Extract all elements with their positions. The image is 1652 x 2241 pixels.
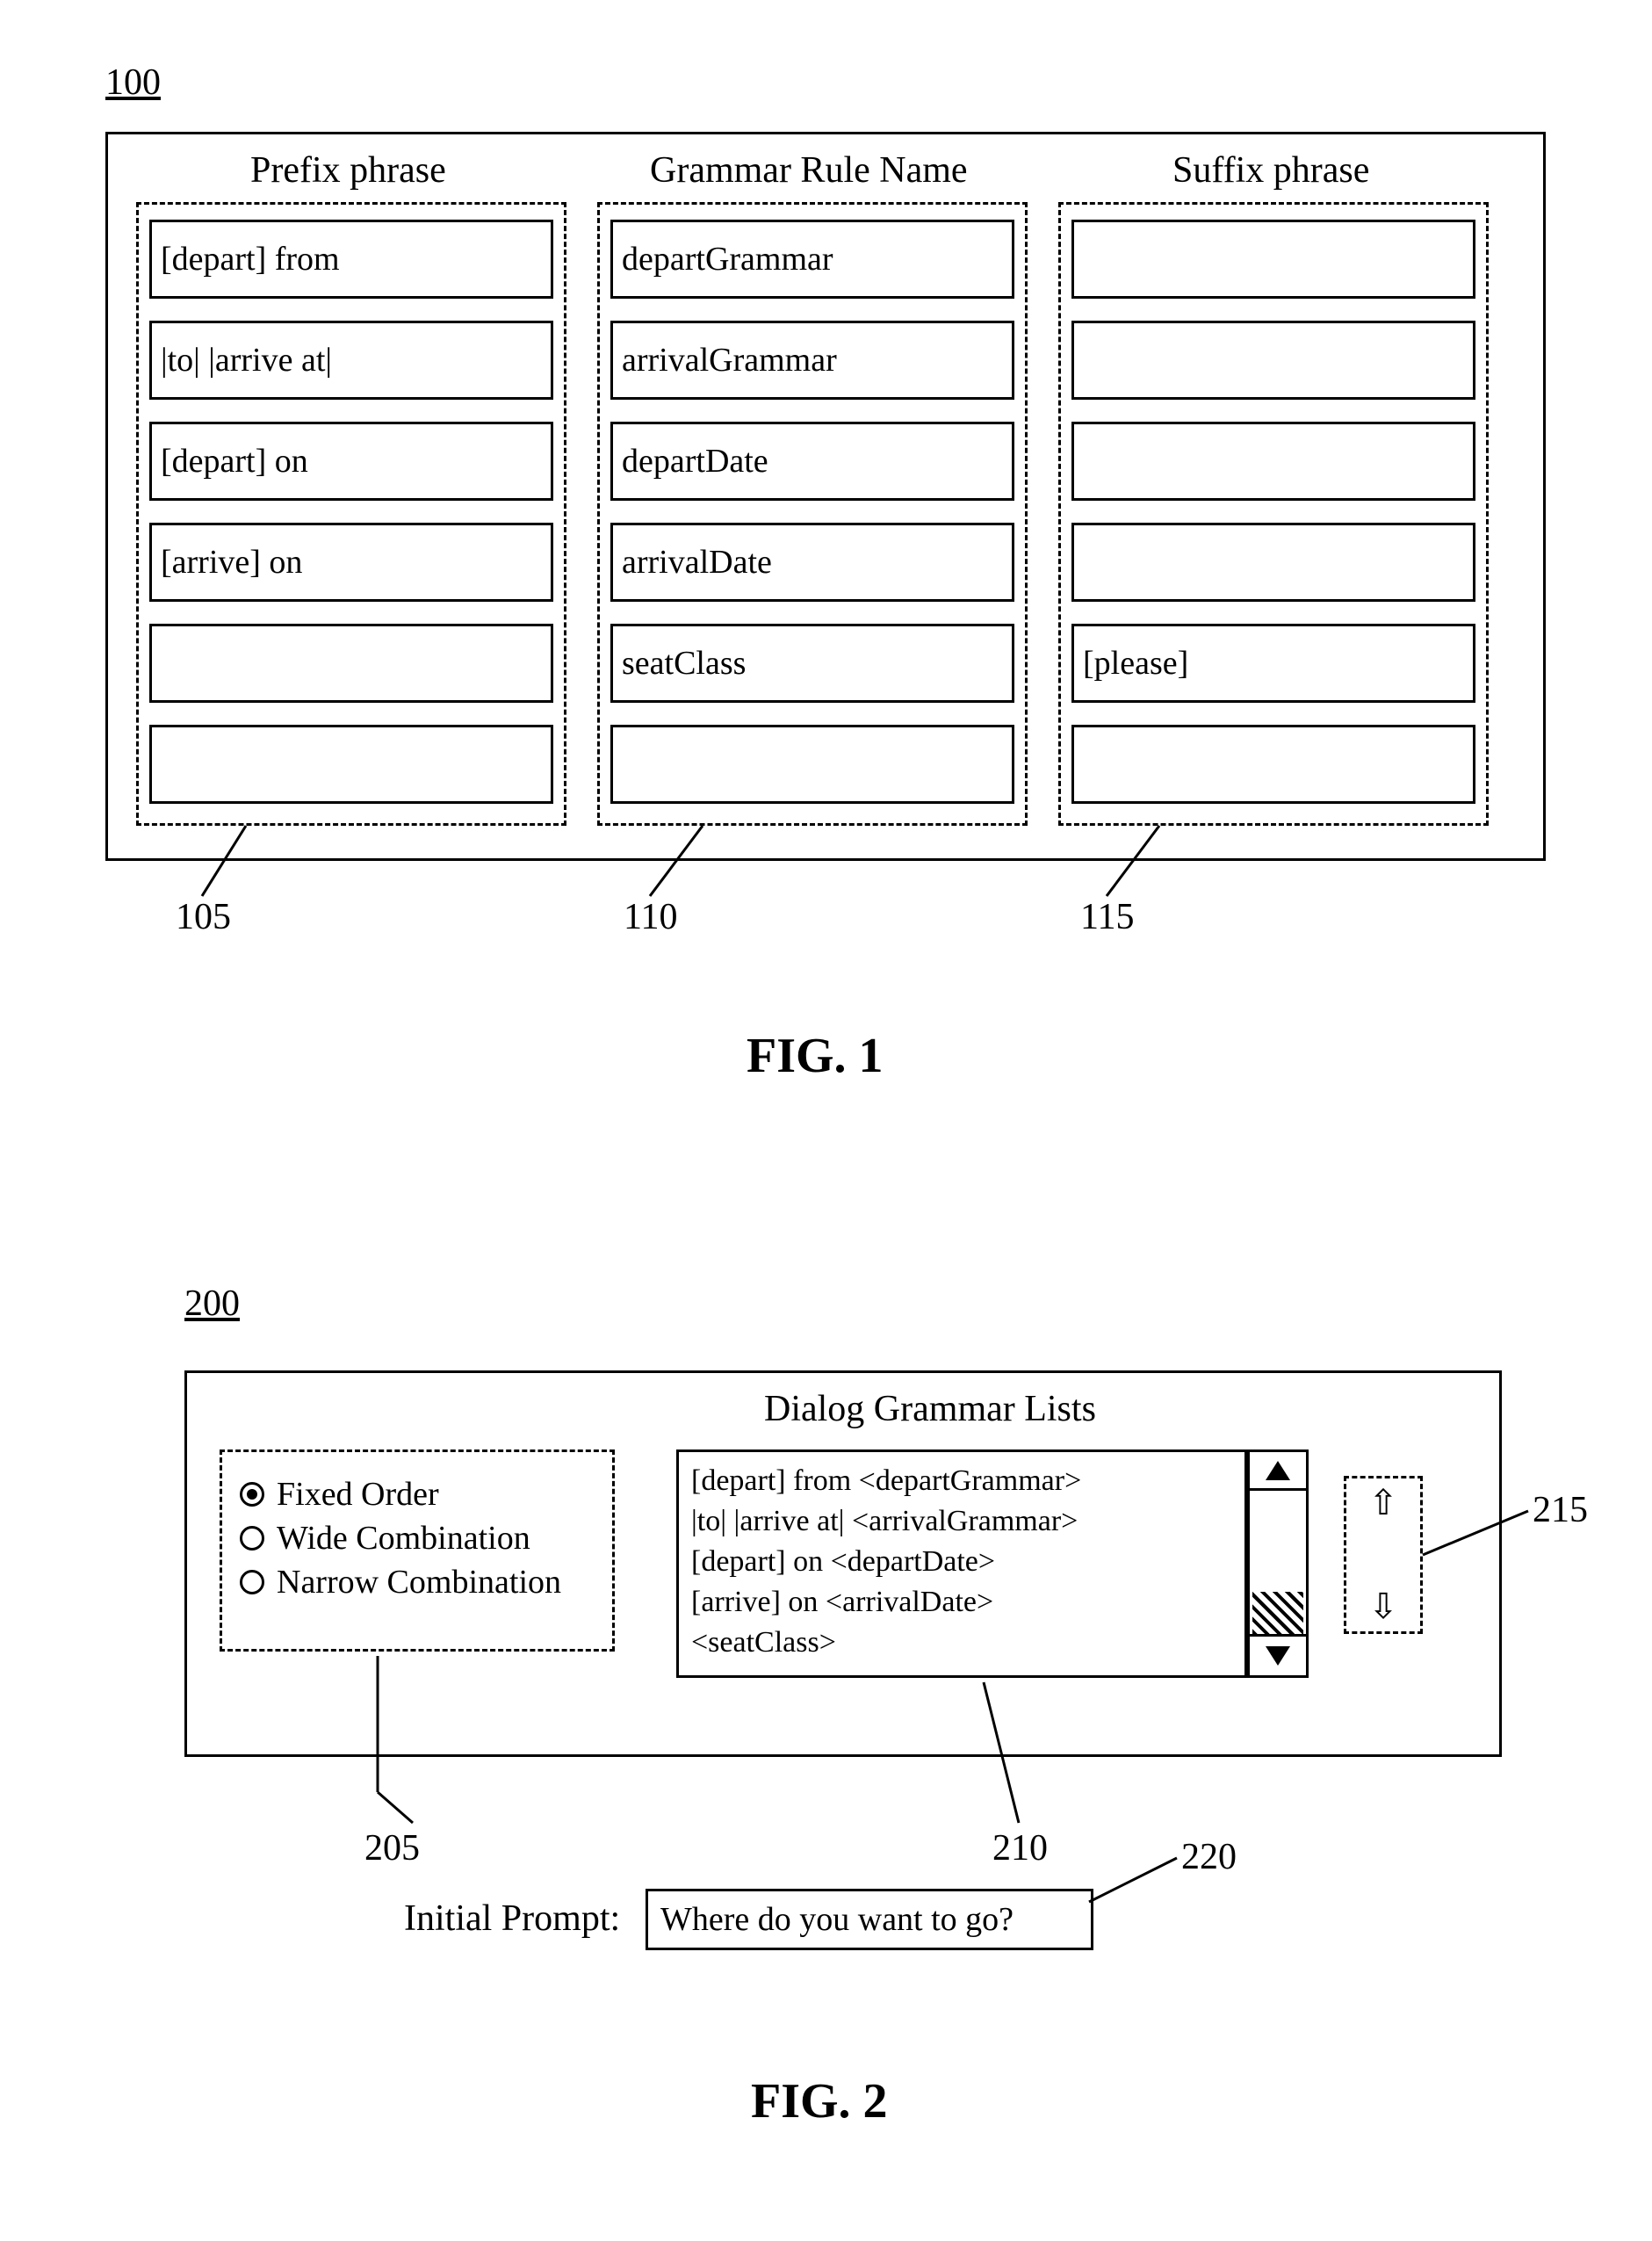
- callout-215: 215: [1533, 1489, 1588, 1531]
- fig2-caption: FIG. 2: [751, 2073, 888, 2129]
- prompt-input[interactable]: Where do you want to go?: [646, 1889, 1093, 1950]
- callout-210: 210: [992, 1827, 1048, 1869]
- prompt-label: Initial Prompt:: [404, 1898, 620, 1940]
- callout-205: 205: [364, 1827, 420, 1869]
- callout-220: 220: [1181, 1836, 1237, 1878]
